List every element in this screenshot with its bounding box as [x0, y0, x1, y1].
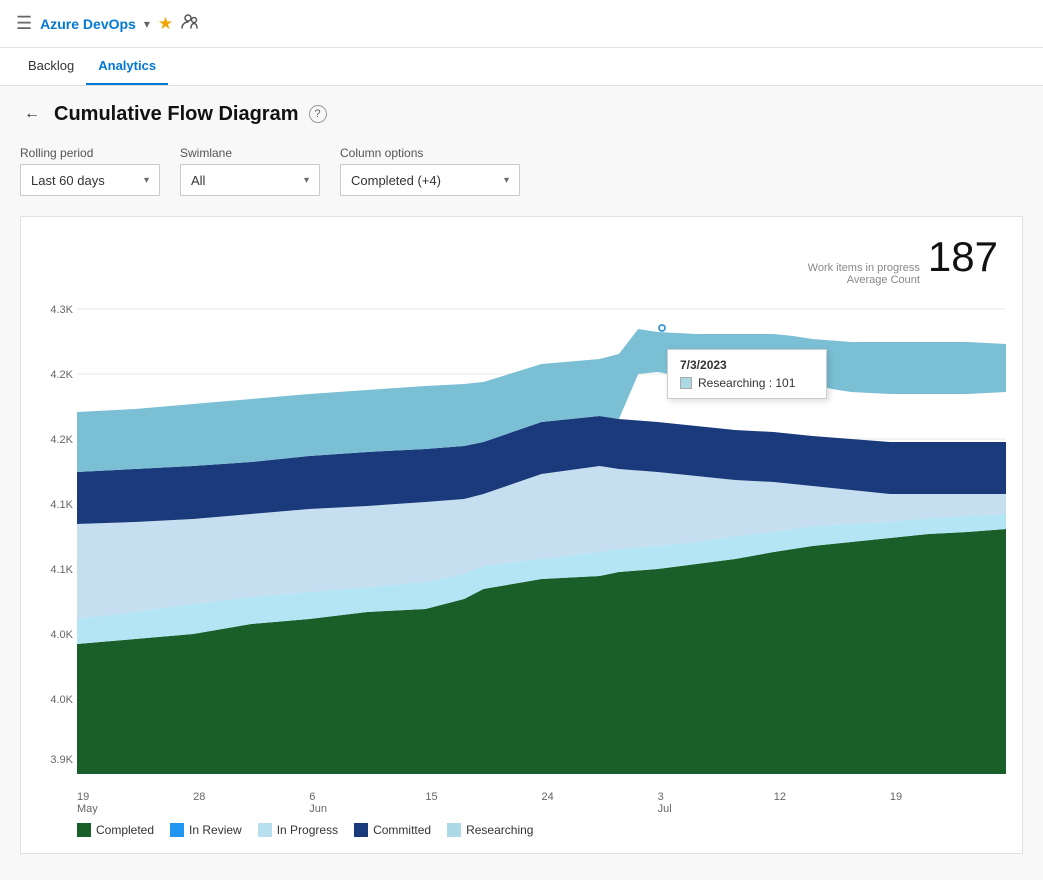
chart-wrapper: 4.3K 4.2K 4.2K 4.1K 4.1K 4.0K 4.0K 3.9K: [37, 294, 1006, 815]
column-options-value: Completed (+4): [351, 173, 441, 188]
legend-label-in-progress: In Progress: [277, 823, 338, 837]
filters: Rolling period Last 60 days ▾ Swimlane A…: [20, 146, 1023, 196]
org-icon: ☰: [16, 13, 32, 34]
x-label-jun24: 24: [542, 791, 658, 803]
x-label-may28: 28: [193, 791, 309, 803]
y-label-4: 4.1K: [50, 499, 73, 511]
main-content: ← Cumulative Flow Diagram ? Rolling peri…: [0, 86, 1043, 880]
legend-committed: Committed: [354, 823, 431, 837]
rolling-period-label: Rolling period: [20, 146, 160, 160]
x-label-jun6: 6: [309, 791, 425, 803]
legend-researching: Researching: [447, 823, 533, 837]
nav-tabs: Backlog Analytics: [0, 48, 1043, 86]
column-options-label: Column options: [340, 146, 520, 160]
x-axis: 19 May 28 6 Jun 15 24 3 Jul: [77, 787, 1006, 815]
legend-swatch-in-progress: [258, 823, 272, 837]
chevron-icon[interactable]: ▾: [144, 17, 150, 31]
legend-completed: Completed: [77, 823, 154, 837]
legend-label-researching: Researching: [466, 823, 533, 837]
x-label-jun15: 15: [425, 791, 541, 803]
legend-in-review: In Review: [170, 823, 242, 837]
legend-swatch-researching: [447, 823, 461, 837]
chart-container: Work items in progress Average Count 187…: [20, 216, 1023, 854]
legend-label-in-review: In Review: [189, 823, 242, 837]
y-label-7: 4.0K: [50, 694, 73, 706]
x-label-jul12: 12: [774, 791, 890, 803]
column-options-filter: Column options Completed (+4) ▾: [340, 146, 520, 196]
x-label-may19: 19: [77, 791, 193, 803]
column-options-select[interactable]: Completed (+4) ▾: [340, 164, 520, 196]
swimlane-filter: Swimlane All ▾: [180, 146, 320, 196]
chart-dot: [658, 324, 666, 332]
rolling-period-select[interactable]: Last 60 days ▾: [20, 164, 160, 196]
page-header: ← Cumulative Flow Diagram ?: [20, 102, 1023, 126]
tab-analytics[interactable]: Analytics: [86, 48, 168, 85]
y-label-5: 4.1K: [50, 564, 73, 576]
back-button[interactable]: ←: [20, 102, 44, 126]
x-label-jul3: 3: [658, 791, 774, 803]
y-label-3: 4.2K: [50, 434, 73, 446]
stats-value: 187: [928, 233, 998, 281]
swimlane-label: Swimlane: [180, 146, 320, 160]
top-bar: ☰ Azure DevOps ▾ ★: [0, 0, 1043, 48]
swimlane-chevron: ▾: [304, 175, 309, 186]
legend-swatch-committed: [354, 823, 368, 837]
legend-swatch-completed: [77, 823, 91, 837]
rolling-period-chevron: ▾: [144, 175, 149, 186]
y-label-1: 4.3K: [50, 304, 73, 316]
legend-label-committed: Committed: [373, 823, 431, 837]
stats-label: Work items in progress: [808, 262, 920, 274]
legend-in-progress: In Progress: [258, 823, 338, 837]
swimlane-select[interactable]: All ▾: [180, 164, 320, 196]
tab-backlog[interactable]: Backlog: [16, 48, 86, 85]
chart-stats: Work items in progress Average Count 187: [37, 233, 1006, 286]
help-icon[interactable]: ?: [309, 105, 327, 123]
y-label-8: 3.9K: [50, 754, 73, 766]
column-options-chevron: ▾: [504, 175, 509, 186]
people-icon[interactable]: [181, 13, 199, 35]
x-label-jul19: 19: [890, 791, 1006, 803]
star-icon[interactable]: ★: [158, 14, 173, 34]
rolling-period-filter: Rolling period Last 60 days ▾: [20, 146, 160, 196]
stats-sublabel: Average Count: [808, 274, 920, 286]
rolling-period-value: Last 60 days: [31, 173, 105, 188]
legend-label-completed: Completed: [96, 823, 154, 837]
swimlane-value: All: [191, 173, 205, 188]
y-label-6: 4.0K: [50, 629, 73, 641]
chart-legend: Completed In Review In Progress Committe…: [37, 815, 1006, 837]
legend-swatch-in-review: [170, 823, 184, 837]
chart-svg: [77, 294, 1006, 784]
page-title: Cumulative Flow Diagram: [54, 103, 299, 126]
y-label-2: 4.2K: [50, 369, 73, 381]
app-name[interactable]: Azure DevOps: [40, 16, 136, 32]
